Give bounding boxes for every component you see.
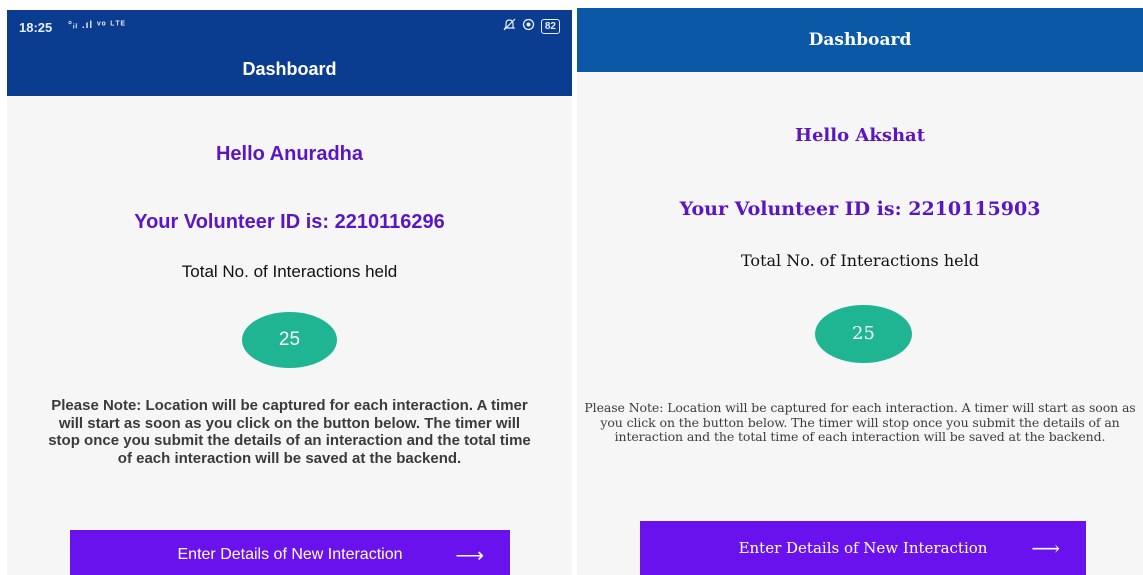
status-time: 18:25 bbox=[19, 20, 53, 35]
status-icons: 82 bbox=[503, 18, 560, 34]
total-interactions-label: Total No. of Interactions held bbox=[741, 251, 979, 270]
arrow-right-icon: ⟶ bbox=[455, 544, 484, 567]
dashboard-screen-left: 18:25 °ᵢₗ .ıl ᵛᵒ ᴸᵀᴱ 82 Dashboard Hello … bbox=[7, 10, 572, 575]
arrow-right-icon: ⟶ bbox=[1031, 536, 1060, 560]
alarm-icon bbox=[522, 18, 535, 34]
volunteer-id-text: Your Volunteer ID is: 2210116296 bbox=[134, 211, 445, 233]
status-bar: 18:25 °ᵢₗ .ıl ᵛᵒ ᴸᵀᴱ 82 bbox=[7, 10, 572, 43]
greeting-text: Hello Anuradha bbox=[215, 143, 364, 165]
enter-details-button[interactable]: Enter Details of New Interaction ⟶ bbox=[640, 521, 1086, 575]
battery-icon: 82 bbox=[540, 18, 560, 34]
interaction-count-badge: 25 bbox=[815, 305, 912, 363]
dashboard-screen-right: Dashboard Hello Akshat Your Volunteer ID… bbox=[577, 8, 1143, 575]
app-bar-title: Dashboard bbox=[7, 43, 572, 96]
greeting-text: Hello Akshat bbox=[794, 125, 926, 146]
signal-icon: °ᵢₗ .ıl ᵛᵒ ᴸᵀᴱ bbox=[68, 20, 126, 31]
enter-details-label: Enter Details of New Interaction bbox=[177, 546, 403, 563]
total-interactions-label: Total No. of Interactions held bbox=[181, 262, 398, 281]
note-text: Please Note: Location will be captured f… bbox=[584, 400, 1136, 444]
enter-details-button[interactable]: Enter Details of New Interaction ⟶ bbox=[70, 530, 510, 575]
enter-details-label: Enter Details of New Interaction bbox=[738, 539, 988, 557]
app-bar-title: Dashboard bbox=[577, 8, 1143, 72]
interaction-count-badge: 25 bbox=[242, 312, 337, 368]
mute-icon bbox=[503, 18, 516, 34]
note-text: Please Note: Location will be captured f… bbox=[48, 397, 531, 467]
volunteer-id-text: Your Volunteer ID is: 2210115903 bbox=[679, 198, 1041, 220]
